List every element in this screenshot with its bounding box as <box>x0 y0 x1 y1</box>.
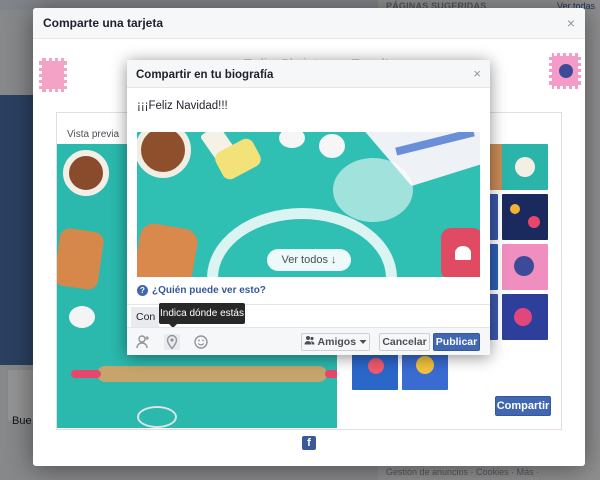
card-thumbnail[interactable] <box>502 194 548 240</box>
composer-footer: Amigos Cancelar Publicar <box>127 327 490 355</box>
smiley-icon[interactable] <box>193 334 209 350</box>
post-message-text[interactable]: ¡¡¡Feliz Navidad!!! <box>137 100 228 112</box>
see-all-button[interactable]: Ver todos ↓ <box>267 249 351 271</box>
share-to-timeline-title: Compartir en tu biografía <box>136 69 274 81</box>
person-tag-icon[interactable] <box>135 334 151 350</box>
facebook-logo-icon: f <box>302 436 316 450</box>
christmas-stamp-decoration <box>39 58 67 92</box>
caret-down-icon <box>359 334 367 350</box>
who-can-see-label: ¿Quién puede ver esto? <box>152 284 266 296</box>
location-tooltip: Indica dónde estás <box>159 303 245 328</box>
publish-button[interactable]: Publicar <box>433 333 480 351</box>
card-thumbnail[interactable] <box>502 244 548 290</box>
audience-selector-button[interactable]: Amigos <box>301 333 370 351</box>
close-icon[interactable]: × <box>473 66 481 81</box>
card-thumbnail[interactable] <box>502 294 548 340</box>
moon-stamp-decoration <box>549 53 581 89</box>
question-icon: ? <box>137 284 148 296</box>
preview-label: Vista previa <box>67 129 120 140</box>
audience-label: Amigos <box>317 336 357 348</box>
share-to-timeline-header: Compartir en tu biografía × <box>127 60 490 88</box>
share-card-dialog-header: Comparte una tarjeta × <box>33 8 585 39</box>
friends-icon <box>304 334 315 350</box>
christmas-card-image: Ver todos ↓ <box>137 132 480 277</box>
share-card-button[interactable]: Compartir <box>495 396 551 416</box>
cancel-button[interactable]: Cancelar <box>379 333 430 351</box>
who-can-see-link[interactable]: ? ¿Quién puede ver esto? <box>137 282 266 298</box>
with-friends-field[interactable]: Con <box>131 307 159 327</box>
share-card-dialog-title: Comparte una tarjeta <box>43 16 164 30</box>
share-to-timeline-dialog: Compartir en tu biografía × ¡¡¡Feliz Nav… <box>127 60 490 355</box>
location-pin-icon[interactable] <box>164 334 180 350</box>
close-icon[interactable]: × <box>567 15 575 31</box>
card-thumbnail[interactable] <box>502 144 548 190</box>
